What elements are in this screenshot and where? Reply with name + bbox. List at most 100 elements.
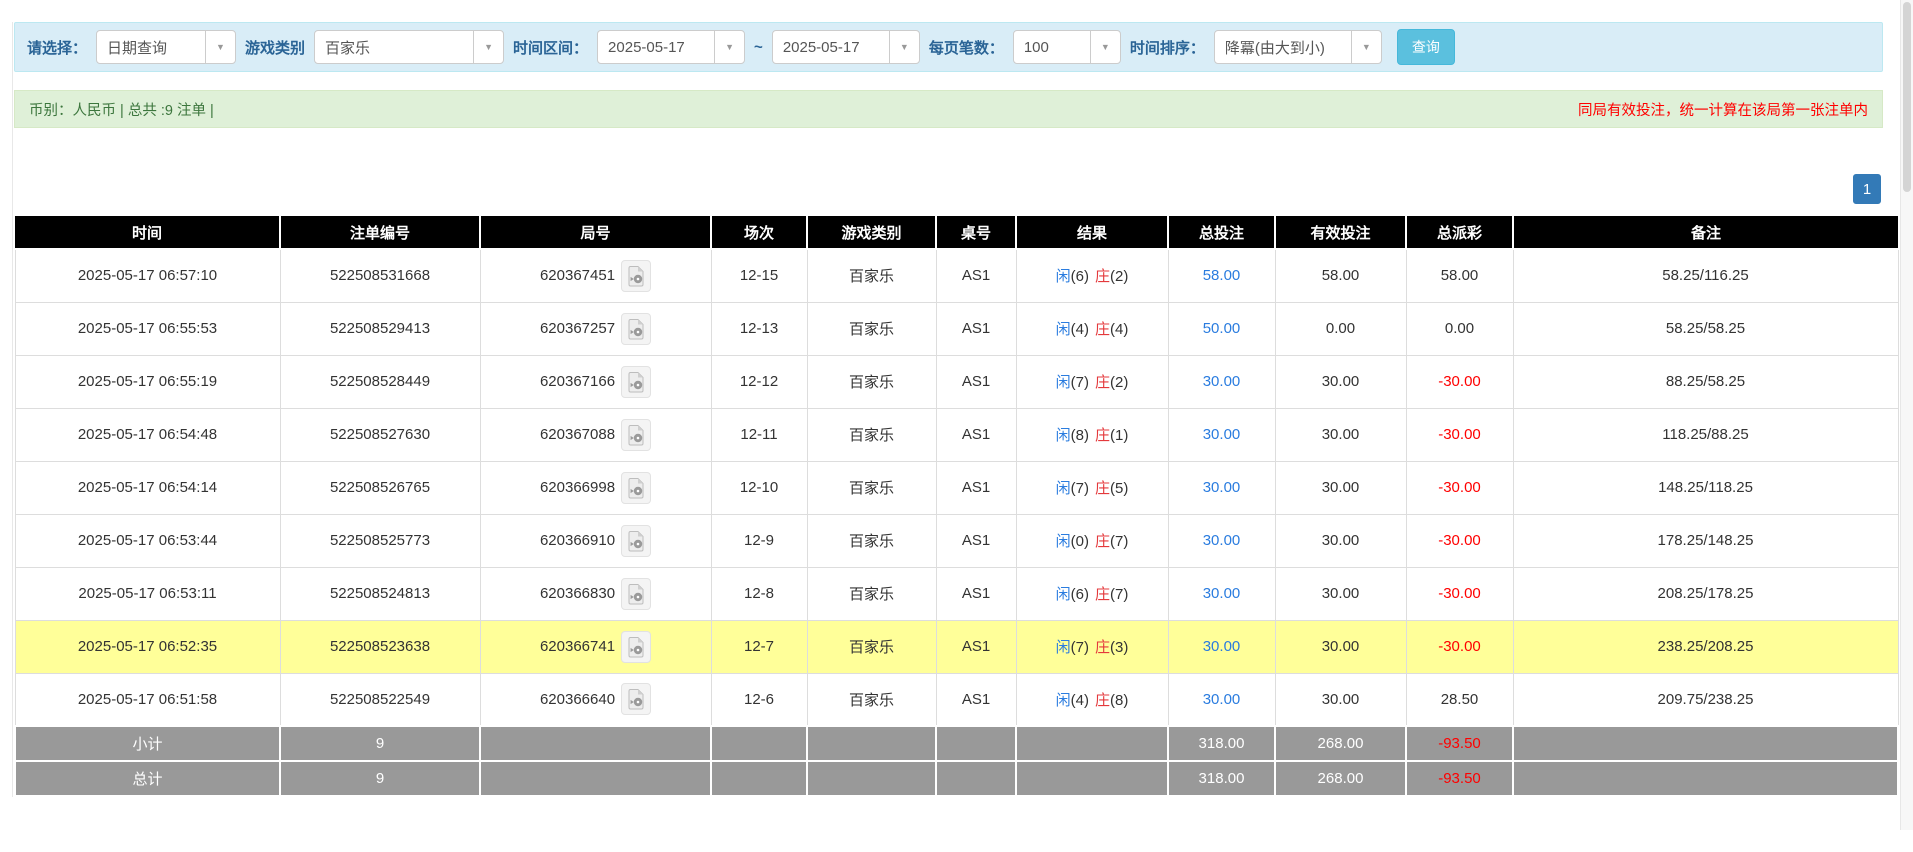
- cell-payout: 58.00: [1405, 248, 1514, 303]
- game-category-select[interactable]: 百家乐 ▼: [314, 30, 505, 64]
- cell-payout: 0.00: [1405, 301, 1514, 356]
- summary-notice-text: 同局有效投注，统一计算在该局第一张注单内: [1578, 102, 1868, 119]
- video-replay-button[interactable]: [621, 524, 652, 557]
- result-player-score: (6): [1070, 586, 1089, 603]
- time-sort-select[interactable]: 降冪(由大到小) ▼: [1213, 30, 1382, 64]
- round-id-text: 620366640: [539, 690, 616, 708]
- game-category-value: 百家乐: [325, 39, 371, 57]
- total-total-bet: 318.00: [1167, 760, 1276, 797]
- page-size-select[interactable]: 100 ▼: [1012, 30, 1121, 64]
- video-replay-button[interactable]: [621, 418, 652, 451]
- result-player-score: (8): [1070, 427, 1089, 444]
- scrollbar[interactable]: [1900, 0, 1913, 830]
- cell-round-id: 620366640: [479, 672, 712, 727]
- result-banker-score: (8): [1110, 691, 1129, 709]
- total-label: 总计: [14, 760, 281, 797]
- cell-game: 百家乐: [806, 513, 937, 568]
- col-remark: 备注: [1513, 216, 1898, 250]
- result-banker: 庄: [1095, 480, 1111, 497]
- total-bet-link[interactable]: 30.00: [1203, 426, 1241, 443]
- cell-valid-bet: 30.00: [1274, 460, 1407, 515]
- video-replay-button[interactable]: [621, 259, 652, 292]
- col-total-bet: 总投注: [1168, 216, 1276, 250]
- table-row: 2025-05-17 06:57:10 522508531668 6203674…: [14, 248, 1899, 303]
- result-banker-score: (3): [1110, 639, 1129, 656]
- cell-total-bet: 30.00: [1167, 354, 1276, 409]
- cell-time: 2025-05-17 06:55:19: [14, 354, 281, 409]
- total-bet-link[interactable]: 30.00: [1203, 638, 1241, 655]
- cell-game: 百家乐: [806, 566, 937, 621]
- cell-bet-id: 522508526765: [279, 460, 481, 515]
- cell-session: 12-9: [710, 513, 808, 568]
- cell-payout: -30.00: [1405, 354, 1514, 409]
- cell-bet-id: 522508523638: [279, 619, 481, 674]
- cell-valid-bet: 30.00: [1274, 672, 1407, 727]
- total-bet-link[interactable]: 58.00: [1203, 267, 1241, 284]
- video-replay-button[interactable]: [621, 577, 652, 610]
- result-banker: 庄: [1095, 639, 1111, 656]
- result-player: 闲: [1055, 691, 1071, 709]
- query-type-select[interactable]: 日期查询 ▼: [96, 30, 237, 64]
- subtotal-row: 小计 9 318.00 268.00 -93.50: [14, 725, 1899, 762]
- cell-remark: 118.25/88.25: [1512, 407, 1899, 462]
- bet-records-table: 时间 注单编号 局号 场次 游戏类别 桌号 结果 总投注 有效投注 总派彩 备注…: [14, 216, 1899, 797]
- cell-session: 12-11: [710, 407, 808, 462]
- cell-round-id: 620367088: [479, 407, 712, 462]
- video-replay-button[interactable]: [621, 365, 652, 398]
- cell-total-bet: 30.00: [1167, 566, 1276, 621]
- col-result: 结果: [1016, 216, 1169, 250]
- cell-total-bet: 30.00: [1167, 460, 1276, 515]
- subtotal-total-bet: 318.00: [1167, 725, 1276, 762]
- video-file-icon: [628, 371, 644, 392]
- video-replay-button[interactable]: [621, 471, 652, 504]
- date-to-value: 2025-05-17: [782, 38, 860, 56]
- cell-round-id: 620366830: [479, 566, 712, 621]
- cell-table-no: AS1: [935, 619, 1017, 674]
- total-bet-link[interactable]: 30.00: [1203, 585, 1241, 602]
- cell-payout: 28.50: [1405, 672, 1514, 727]
- col-bet-id: 注单编号: [280, 216, 481, 250]
- cell-game: 百家乐: [806, 672, 937, 727]
- total-bet-link[interactable]: 30.00: [1203, 479, 1241, 496]
- video-replay-button[interactable]: [621, 630, 652, 663]
- video-replay-button[interactable]: [621, 683, 652, 716]
- video-replay-button[interactable]: [621, 312, 652, 345]
- cell-round-id: 620367451: [479, 248, 712, 303]
- round-id-text: 620367257: [539, 320, 616, 337]
- total-bet-link[interactable]: 30.00: [1203, 373, 1241, 390]
- total-bet-link[interactable]: 30.00: [1203, 532, 1241, 549]
- cell-result: 闲(7) 庄(5): [1015, 460, 1169, 515]
- video-file-icon: [628, 636, 644, 657]
- result-banker-score: (4): [1110, 321, 1129, 338]
- cell-result: 闲(4) 庄(8): [1015, 672, 1169, 727]
- cell-remark: 208.25/178.25: [1512, 566, 1899, 621]
- result-banker-score: (7): [1110, 533, 1129, 550]
- cell-session: 12-12: [710, 354, 808, 409]
- cell-bet-id: 522508528449: [279, 354, 481, 409]
- total-bet-link[interactable]: 50.00: [1203, 320, 1241, 337]
- result-player-score: (4): [1070, 321, 1089, 338]
- video-file-icon: [628, 530, 644, 551]
- cell-valid-bet: 0.00: [1274, 301, 1407, 356]
- round-id-text: 620366741: [539, 638, 616, 655]
- cell-payout: -30.00: [1405, 460, 1514, 515]
- round-id-text: 620366830: [539, 585, 616, 602]
- result-player-score: (0): [1070, 533, 1089, 550]
- cell-session: 12-6: [710, 672, 808, 727]
- round-id-text: 620367166: [539, 373, 616, 390]
- result-player: 闲: [1055, 268, 1071, 286]
- cell-total-bet: 58.00: [1167, 248, 1276, 303]
- cell-result: 闲(7) 庄(2): [1015, 354, 1169, 409]
- cell-session: 12-13: [710, 301, 808, 356]
- date-to-select[interactable]: 2025-05-17 ▼: [771, 30, 920, 64]
- page-1-button[interactable]: 1: [1853, 174, 1881, 204]
- scrollbar-thumb[interactable]: [1903, 2, 1911, 192]
- cell-remark: 209.75/238.25: [1512, 672, 1899, 727]
- cell-bet-id: 522508525773: [279, 513, 481, 568]
- cell-round-id: 620366910: [479, 513, 712, 568]
- page: 请选择： 日期查询 ▼ 游戏类别 百家乐 ▼ 时间区间： 2025-05-17 …: [12, 22, 1899, 797]
- total-bet-link[interactable]: 30.00: [1203, 691, 1241, 708]
- date-from-select[interactable]: 2025-05-17 ▼: [597, 30, 746, 64]
- table-row: 2025-05-17 06:52:35 522508523638 6203667…: [14, 619, 1899, 674]
- search-button[interactable]: 查询: [1396, 29, 1455, 65]
